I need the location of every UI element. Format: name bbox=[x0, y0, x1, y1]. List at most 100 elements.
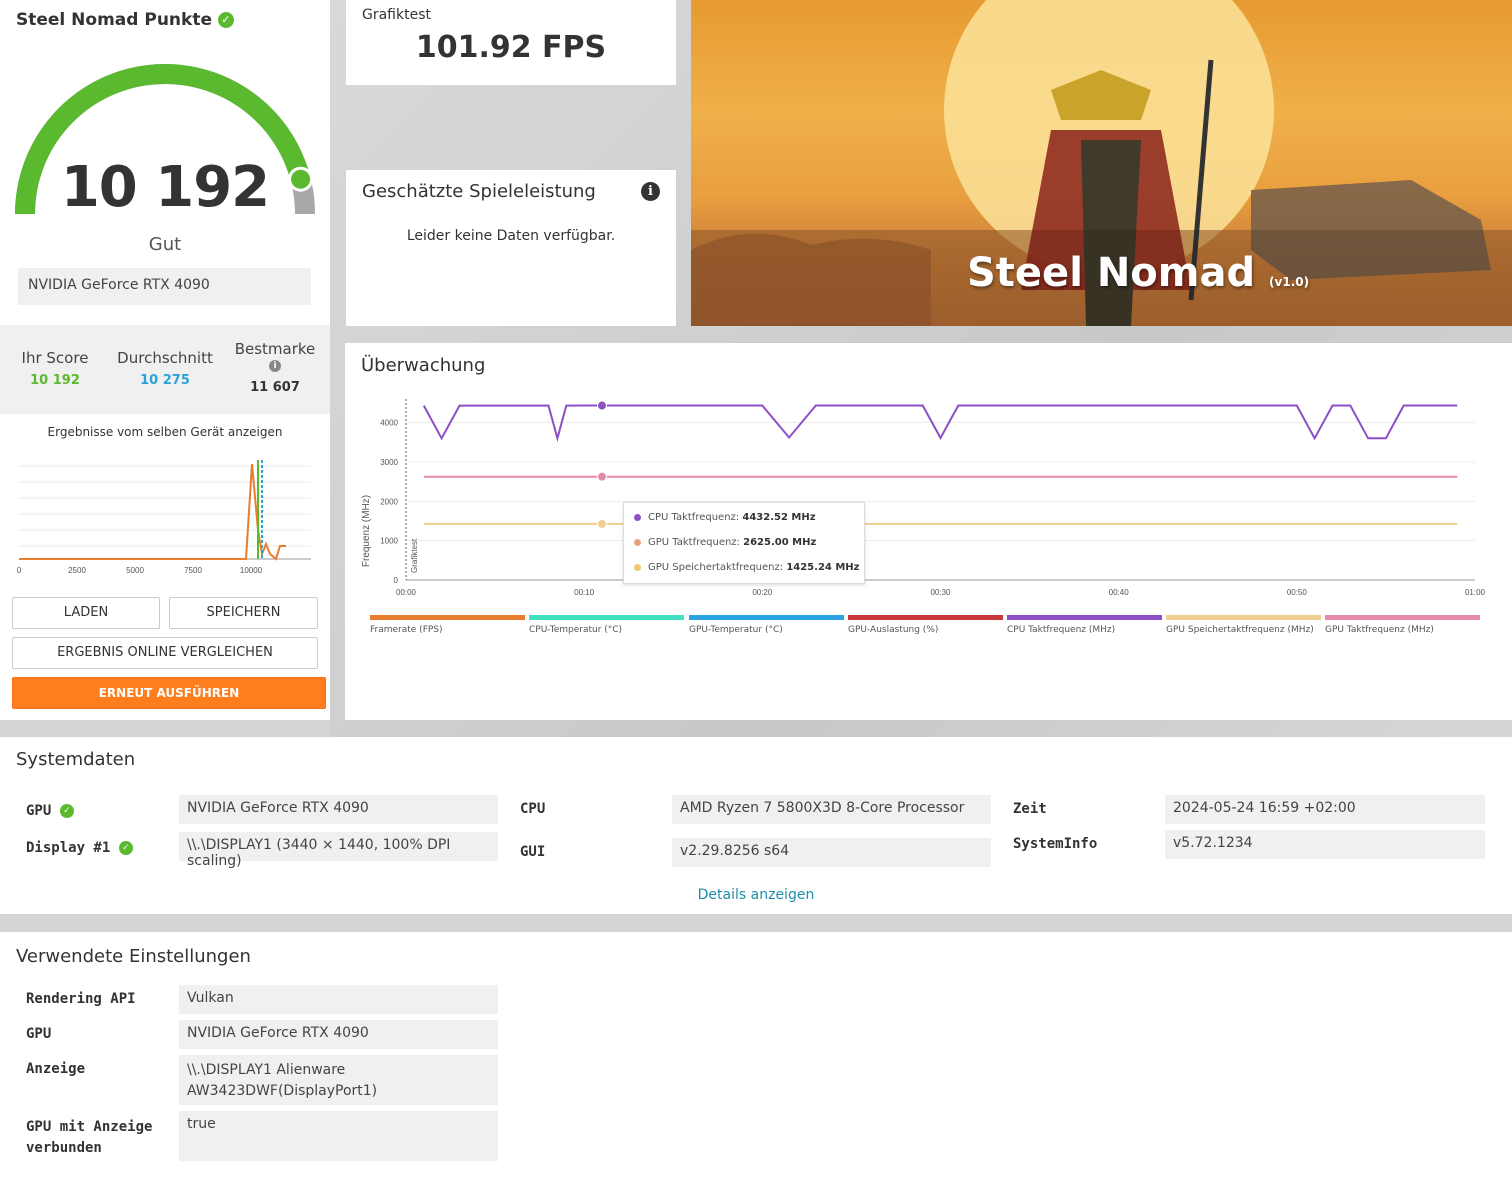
display-value: \\.\DISPLAY1 (3440 × 1440, 100% DPI scal… bbox=[179, 832, 498, 869]
y-tick-label: 2000 bbox=[380, 497, 398, 506]
tooltip-value: 2625.00 MHz bbox=[743, 537, 817, 548]
x-tick-label: 00:00 bbox=[396, 588, 417, 597]
system-data-card: Systemdaten GPU ✓ NVIDIA GeForce RTX 409… bbox=[0, 737, 1512, 914]
legend-cpu-clock[interactable]: CPU Taktfrequenz (MHz) bbox=[1007, 615, 1162, 635]
tooltip-label: CPU Taktfrequenz: bbox=[648, 512, 740, 523]
dist-tick-2500: 2500 bbox=[68, 566, 86, 575]
display-setting-value: \\.\DISPLAY1 Alienware AW3423DWF(Display… bbox=[179, 1055, 498, 1105]
y-tick-labels: 0 1000 2000 3000 4000 bbox=[380, 419, 398, 585]
highlight-point bbox=[596, 400, 607, 411]
legend-label: GPU-Temperatur (°C) bbox=[689, 625, 783, 635]
your-score-value: 10 192 bbox=[30, 373, 80, 388]
best-label: Bestmarke bbox=[234, 340, 316, 358]
legend-label: Framerate (FPS) bbox=[370, 625, 443, 635]
systeminfo-label: SystemInfo bbox=[1013, 836, 1098, 852]
average-value: 10 275 bbox=[140, 373, 190, 388]
cpu-value: AMD Ryzen 7 5800X3D 8-Core Processor bbox=[672, 795, 991, 824]
cpu-clock-dot bbox=[634, 513, 641, 521]
x-tick-label: 00:50 bbox=[1287, 588, 1308, 597]
x-tick-labels: 00:00 00:10 00:20 00:30 00:40 00:50 01:00 bbox=[396, 588, 1486, 597]
check-icon: ✓ bbox=[59, 804, 74, 818]
compare-online-button[interactable]: ERGEBNIS ONLINE VERGLEICHEN bbox=[12, 637, 318, 669]
monitoring-gridlines bbox=[406, 422, 1475, 581]
tooltip-row-cpu-clock: CPU Taktfrequenz: 4432.52 MHz bbox=[634, 512, 854, 537]
y-tick-label: 3000 bbox=[380, 458, 398, 467]
y-axis-label: Frequenz (MHz) bbox=[361, 495, 372, 567]
dist-tick-0: 0 bbox=[17, 566, 22, 575]
monitoring-title: Überwachung bbox=[361, 355, 486, 376]
run-again-button[interactable]: ERNEUT AUSFÜHREN bbox=[12, 677, 326, 709]
time-value: 2024-05-24 16:59 +02:00 bbox=[1165, 795, 1485, 824]
no-data-message: Leider keine Daten verfügbar. bbox=[406, 228, 616, 244]
best-value: 11 607 bbox=[250, 380, 300, 395]
legend-label: CPU-Temperatur (°C) bbox=[529, 625, 623, 635]
display-setting-label: Anzeige bbox=[26, 1061, 86, 1077]
settings-gpu-label: GPU bbox=[26, 1026, 52, 1042]
gpu-memory-clock-dot bbox=[634, 563, 641, 571]
legend-label: GPU Taktfrequenz (MHz) bbox=[1325, 625, 1434, 635]
y-tick-label: 1000 bbox=[380, 537, 398, 546]
tooltip-value: 4432.52 MHz bbox=[742, 512, 816, 523]
results-panel: Ergebnisse vom selben Gerät anzeigen 0 2… bbox=[0, 414, 330, 720]
banner-title: Steel Nomad (v1.0) bbox=[967, 250, 1309, 296]
info-icon[interactable]: i bbox=[641, 182, 660, 201]
monitoring-card: Überwachung Grafiktest Frequenz (MHz) 01… bbox=[345, 343, 1512, 720]
x-tick-label: 00:30 bbox=[930, 588, 951, 597]
highlight-point bbox=[596, 518, 607, 529]
legend-swatch bbox=[1325, 615, 1480, 620]
gpu-connected-label: GPU mit Anzeige verbunden bbox=[26, 1119, 153, 1156]
display-label-text: Display #1 bbox=[26, 840, 111, 856]
x-tick-label: 00:40 bbox=[1109, 588, 1130, 597]
monitoring-series bbox=[422, 400, 1458, 529]
score-card: Steel Nomad Punkte ✓ 10 192 Gut NVIDIA G… bbox=[0, 0, 330, 325]
legend-swatch bbox=[689, 615, 844, 620]
graphics-test-fps: 101.92 FPS bbox=[415, 30, 607, 65]
x-tick-label: 00:20 bbox=[752, 588, 773, 597]
tooltip-row-gpu-clock: GPU Taktfrequenz: 2625.00 MHz bbox=[634, 537, 854, 562]
monitoring-chart: Grafiktest Frequenz (MHz) 0 1000 2000 3000 4… bbox=[361, 399, 1486, 597]
check-icon: ✓ bbox=[118, 841, 133, 855]
legend-label: GPU-Auslastung (%) bbox=[848, 625, 939, 635]
graphics-test-label: Grafiktest bbox=[362, 7, 431, 23]
tooltip-label: GPU Taktfrequenz: bbox=[648, 537, 740, 548]
legend-gpu-load[interactable]: GPU-Auslastung (%) bbox=[848, 615, 1003, 635]
series-line bbox=[422, 404, 1458, 443]
show-details-link[interactable]: Details anzeigen bbox=[0, 887, 1512, 903]
gpu-clock-dot bbox=[634, 538, 641, 546]
legend-swatch bbox=[1166, 615, 1321, 620]
average-label: Durchschnitt bbox=[117, 349, 213, 367]
estimated-game-performance-card: Geschätzte Spieleleistung i Leider keine… bbox=[346, 170, 676, 326]
y-tick-label: 0 bbox=[394, 576, 399, 585]
cpu-label: CPU bbox=[520, 801, 546, 817]
tooltip-label: GPU Speichertaktfrequenz: bbox=[648, 562, 784, 573]
legend-framerate[interactable]: Framerate (FPS) bbox=[370, 615, 525, 635]
dist-tick-5000: 5000 bbox=[126, 566, 144, 575]
settings-gpu-value: NVIDIA GeForce RTX 4090 bbox=[179, 1020, 498, 1049]
legend-gpu-clock[interactable]: GPU Taktfrequenz (MHz) bbox=[1325, 615, 1480, 635]
load-button[interactable]: LADEN bbox=[12, 597, 160, 629]
legend-swatch bbox=[370, 615, 525, 620]
same-device-results-label: Ergebnisse vom selben Gerät anzeigen bbox=[47, 425, 283, 439]
estimated-performance-title: Geschätzte Spieleleistung bbox=[362, 181, 596, 202]
score-rating: Gut bbox=[148, 234, 182, 255]
save-button[interactable]: SPEICHERN bbox=[169, 597, 318, 629]
rendering-api-value: Vulkan bbox=[179, 985, 498, 1014]
score-title-text: Steel Nomad Punkte bbox=[16, 10, 212, 30]
highlight-point bbox=[596, 471, 607, 482]
distribution-gridlines bbox=[19, 465, 311, 547]
your-score-stat: Ihr Score 10 192 bbox=[10, 349, 100, 388]
score-value: 10 192 bbox=[60, 155, 270, 220]
system-data-title: Systemdaten bbox=[16, 749, 136, 770]
your-score-label: Ihr Score bbox=[21, 349, 89, 367]
legend-cpu-temperature[interactable]: CPU-Temperatur (°C) bbox=[529, 615, 684, 635]
legend-gpu-temperature[interactable]: GPU-Temperatur (°C) bbox=[689, 615, 844, 635]
legend-swatch bbox=[1007, 615, 1162, 620]
gui-value: v2.29.8256 s64 bbox=[672, 838, 991, 867]
y-tick-label: 4000 bbox=[380, 419, 398, 428]
dist-tick-10000: 10000 bbox=[240, 566, 263, 575]
info-icon[interactable]: i bbox=[269, 360, 281, 372]
score-title: Steel Nomad Punkte ✓ bbox=[16, 10, 234, 30]
legend-gpu-memory-clock[interactable]: GPU Speichertaktfrequenz (MHz) bbox=[1166, 615, 1321, 635]
x-tick-label: 00:10 bbox=[574, 588, 595, 597]
time-label: Zeit bbox=[1013, 801, 1047, 817]
